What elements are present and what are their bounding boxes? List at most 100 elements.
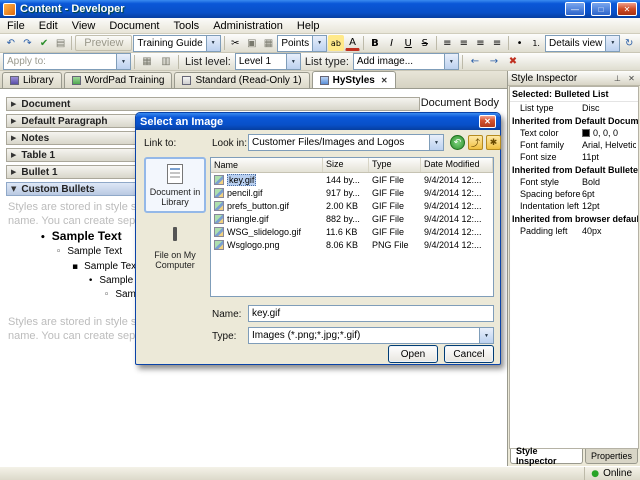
up-folder-icon[interactable]: ⤴ xyxy=(468,135,483,150)
computer-icon xyxy=(164,226,186,247)
inspector-row-font-family[interactable]: Font family Arial, Helvetica, xyxy=(510,139,638,151)
panel-close-icon[interactable]: ✕ xyxy=(626,73,637,84)
name-label: Name: xyxy=(212,309,242,320)
dropdown-arrow-icon[interactable]: ▼ xyxy=(479,328,493,343)
refresh-icon[interactable]: ↻ xyxy=(621,35,637,51)
file-row[interactable]: triangle.gif 882 by... GIF File 9/4/2014… xyxy=(211,212,493,225)
column-size[interactable]: Size xyxy=(323,158,369,172)
column-date-modified[interactable]: Date Modified xyxy=(421,158,493,172)
file-type-combo[interactable]: Images (*.png;*.jpg;*.gif) ▼ xyxy=(248,327,494,344)
file-name-input[interactable] xyxy=(248,305,494,322)
dropdown-arrow-icon[interactable]: ▼ xyxy=(116,54,130,69)
align-center-icon[interactable]: ≡ xyxy=(456,35,472,51)
inspector-row-list-type[interactable]: List type Disc xyxy=(510,102,638,114)
sample-bullet-3[interactable]: ▪ Sample Text xyxy=(72,261,139,272)
bullet-marker-icon: ▪ xyxy=(72,262,79,272)
menu-document[interactable]: Document xyxy=(102,18,166,33)
tab-standard-readonly[interactable]: Standard (Read-Only 1) xyxy=(174,72,310,88)
dialog-titlebar[interactable]: Select an Image ✕ xyxy=(136,113,500,130)
inspector-row-padding-left[interactable]: Padding left 40px xyxy=(510,225,638,237)
align-justify-icon[interactable]: ≡ xyxy=(489,35,505,51)
document-in-library-button[interactable]: Document in Library xyxy=(144,157,206,213)
file-row[interactable]: key.gif 144 by... GIF File 9/4/2014 12:.… xyxy=(211,173,493,186)
align-left-icon[interactable]: ≡ xyxy=(439,35,455,51)
cut-icon[interactable]: ✂ xyxy=(227,35,243,51)
inspector-row-text-color[interactable]: Text color 0, 0, 0 xyxy=(510,127,638,139)
numbered-list-icon[interactable]: 1. xyxy=(528,35,544,51)
font-color-icon[interactable]: A xyxy=(344,35,361,51)
tab-style-inspector[interactable]: Style Inspector xyxy=(510,446,583,466)
inspector-row-font-style[interactable]: Font style Bold xyxy=(510,176,638,188)
document-icon xyxy=(71,76,81,85)
clear-formatting-icon[interactable]: ✖ xyxy=(504,54,522,70)
dropdown-arrow-icon[interactable]: ▼ xyxy=(312,35,327,51)
bullet-list-icon[interactable]: • xyxy=(512,35,528,51)
list-type-combo[interactable]: Add image... ▼ xyxy=(352,53,459,70)
file-row[interactable]: prefs_button.gif 2.00 KB GIF File 9/4/20… xyxy=(211,199,493,212)
sample-bullet-2[interactable]: ◦ Sample Text xyxy=(56,246,122,257)
inspector-titlebar: Style Inspector ⊥ ✕ xyxy=(508,71,640,86)
inspector-row-spacing-before[interactable]: Spacing before 6pt xyxy=(510,188,638,200)
strikethrough-button[interactable]: S xyxy=(417,35,433,51)
dropdown-arrow-icon[interactable]: ▼ xyxy=(205,35,220,51)
align-right-icon[interactable]: ≡ xyxy=(473,35,489,51)
highlight-color-icon[interactable]: ab xyxy=(328,35,344,51)
insert-table-icon[interactable]: ▥ xyxy=(157,54,175,70)
open-button[interactable]: Open xyxy=(388,345,438,363)
list-level-combo[interactable]: Level 1 ▼ xyxy=(234,53,301,70)
sample-bullet-1[interactable]: • Sample Text xyxy=(40,229,122,243)
paste-icon[interactable]: ▦ xyxy=(261,35,277,51)
indent-icon[interactable]: → xyxy=(485,54,503,70)
details-view-combo[interactable]: Details view ▼ xyxy=(545,34,621,52)
menu-edit[interactable]: Edit xyxy=(32,18,65,33)
style-section-document[interactable]: ▶ Document xyxy=(6,97,420,111)
style-combo[interactable]: Training Guide ▼ xyxy=(133,34,221,52)
tab-library[interactable]: Library xyxy=(2,72,62,88)
italic-button[interactable]: I xyxy=(384,35,400,51)
file-row[interactable]: WSG_slidelogo.gif 11.6 KB GIF File 9/4/2… xyxy=(211,225,493,238)
dropdown-arrow-icon[interactable]: ▼ xyxy=(605,35,620,51)
tab-properties[interactable]: Properties xyxy=(584,449,638,464)
chevron-right-icon: ▶ xyxy=(11,168,17,176)
cancel-button[interactable]: Cancel xyxy=(444,345,494,363)
minimize-button[interactable]: — xyxy=(565,2,585,16)
column-type[interactable]: Type xyxy=(369,158,421,172)
preview-button[interactable]: Preview xyxy=(75,35,133,51)
maximize-button[interactable]: □ xyxy=(591,2,611,16)
redo-icon[interactable]: ↷ xyxy=(20,35,36,51)
back-icon[interactable]: ↶ xyxy=(450,135,465,150)
pin-icon[interactable]: ⊥ xyxy=(612,73,623,84)
dropdown-arrow-icon[interactable]: ▼ xyxy=(285,54,300,69)
menu-help[interactable]: Help xyxy=(290,18,327,33)
tab-close-icon[interactable]: ✕ xyxy=(381,76,388,85)
file-row[interactable]: Wsglogo.png 8.06 KB PNG File 9/4/2014 12… xyxy=(211,238,493,251)
dropdown-arrow-icon[interactable]: ▼ xyxy=(429,135,443,150)
underline-button[interactable]: U xyxy=(400,35,416,51)
chevron-right-icon: ▶ xyxy=(11,151,17,159)
look-in-combo[interactable]: Customer Files/Images and Logos ▼ xyxy=(248,134,444,151)
menu-tools[interactable]: Tools xyxy=(167,18,207,33)
bold-button[interactable]: B xyxy=(367,35,383,51)
undo-icon[interactable]: ↶ xyxy=(3,35,19,51)
menu-view[interactable]: View xyxy=(65,18,103,33)
dropdown-arrow-icon[interactable]: ▼ xyxy=(443,54,458,69)
apply-to-combo[interactable]: Apply to: ▼ xyxy=(3,53,131,70)
print-icon[interactable]: ▤ xyxy=(53,35,69,51)
new-folder-icon[interactable]: ✱ xyxy=(486,135,501,150)
spellcheck-icon[interactable]: ✔ xyxy=(36,35,52,51)
menu-administration[interactable]: Administration xyxy=(206,18,290,33)
file-row[interactable]: pencil.gif 917 by... GIF File 9/4/2014 1… xyxy=(211,186,493,199)
close-button[interactable]: ✕ xyxy=(617,2,637,16)
font-size-combo[interactable]: Points ▼ xyxy=(277,34,328,52)
inspector-row-indentation-left[interactable]: Indentation left 12pt xyxy=(510,200,638,212)
dialog-close-icon[interactable]: ✕ xyxy=(479,115,496,128)
menu-file[interactable]: File xyxy=(0,18,32,33)
insert-image-icon[interactable]: ▦ xyxy=(138,54,156,70)
tab-wordpad-training[interactable]: WordPad Training xyxy=(63,72,173,88)
outdent-icon[interactable]: ← xyxy=(466,54,484,70)
tab-hystyles[interactable]: HyStyles ✕ xyxy=(311,71,396,88)
copy-icon[interactable]: ▣ xyxy=(244,35,260,51)
column-name[interactable]: Name xyxy=(211,158,323,172)
inspector-row-font-size[interactable]: Font size 11pt xyxy=(510,151,638,163)
file-on-my-computer-button[interactable]: File on My Computer xyxy=(144,221,206,277)
